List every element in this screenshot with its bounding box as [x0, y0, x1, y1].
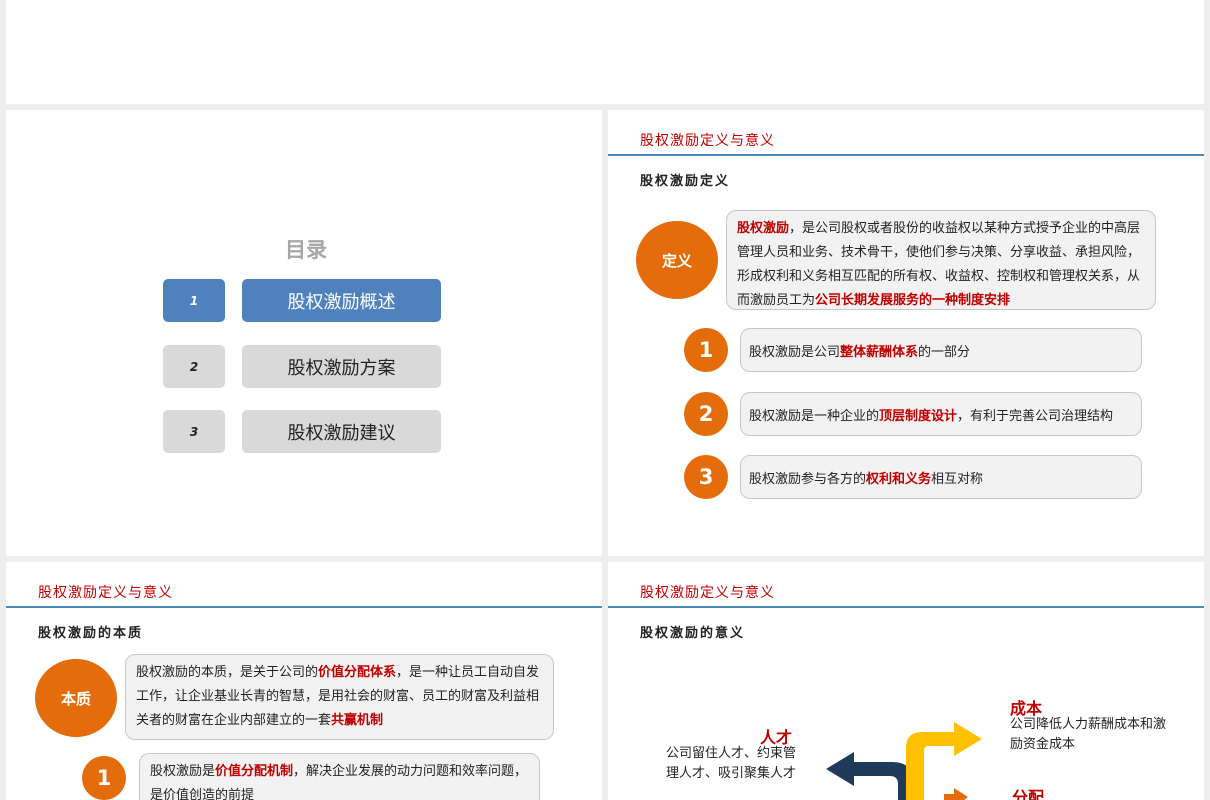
point-1-box: 股权激励是公司 整体薪酬体系 的一部分 — [740, 328, 1142, 372]
essence-text-box: 股权激励的本质，是关于公司的价值分配体系，是一种让员工自动自发工作，让企业基业长… — [125, 654, 554, 740]
definition-circle: 定义 — [636, 221, 718, 299]
essence-point-1-pre: 股权激励是 — [150, 764, 216, 779]
point-3-highlight: 权利和义务 — [866, 471, 932, 487]
essence-point-1-box: 股权激励是价值分配机制，解决企业发展的动力问题和效率问题，是价值创造的前提 — [139, 753, 540, 800]
toc-item-3-label[interactable]: 股权激励建议 — [242, 410, 441, 453]
toc-item-2-label[interactable]: 股权激励方案 — [242, 345, 441, 388]
slide-subtitle: 股权激励的本质 — [38, 626, 144, 641]
essence-point-1-highlight: 价值分配机制 — [215, 764, 294, 779]
point-3-circle: 3 — [684, 455, 728, 499]
point-2-box: 股权激励是一种企业的 顶层制度设计 ，有利于完善公司治理结构 — [740, 392, 1142, 436]
point-2-highlight: 顶层制度设计 — [879, 408, 958, 424]
essence-highlight-1: 价值分配体系 — [318, 665, 397, 680]
toc-item-2-number[interactable]: 2 — [163, 345, 225, 388]
point-2-circle: 2 — [684, 392, 728, 436]
toc-item-3-number[interactable]: 3 — [163, 410, 225, 453]
point-1-highlight: 整体薪酬体系 — [840, 344, 919, 360]
slide-subtitle: 股权激励定义 — [640, 174, 731, 189]
definition-text-box: 股权激励，是公司股权或者股份的收益权以某种方式授予企业的中高层管理人员和业务、技… — [726, 210, 1156, 310]
point-3-box: 股权激励参与各方的 权利和义务 相互对称 — [740, 455, 1142, 499]
essence-circle: 本质 — [35, 659, 117, 737]
yellow-arrow — [906, 722, 982, 800]
point-2-post: ，有利于完善公司治理结构 — [957, 408, 1114, 424]
significance-slide: 股权激励定义与意义 股权激励的意义 人才 公司留住人才、约束管理人才、吸引聚集人… — [608, 562, 1204, 800]
point-1-post: 的一部分 — [918, 344, 971, 360]
point-1-pre: 股权激励是公司 — [749, 344, 841, 360]
navy-arrow — [826, 752, 914, 800]
slide-header-title: 股权激励定义与意义 — [38, 585, 173, 601]
toc-title: 目录 — [285, 238, 327, 262]
top-slide — [6, 0, 1204, 104]
essence-body-1: 股权激励的本质，是关于公司的 — [136, 665, 319, 680]
definition-highlight-term: 股权激励 — [737, 221, 790, 236]
orange-arrow — [944, 788, 968, 800]
essence-highlight-2: 共赢机制 — [331, 713, 384, 728]
point-1-circle: 1 — [684, 328, 728, 372]
definition-highlight-end: 公司长期发展服务的一种制度安排 — [815, 293, 1011, 308]
toc-item-1-label[interactable]: 股权激励概述 — [242, 279, 441, 322]
point-3-post: 相互对称 — [931, 471, 984, 487]
point-3-pre: 股权激励参与各方的 — [749, 471, 867, 487]
header-divider — [608, 154, 1204, 156]
definition-slide: 股权激励定义与意义 股权激励定义 定义 股权激励，是公司股权或者股份的收益权以某… — [608, 110, 1204, 556]
header-divider — [6, 606, 602, 608]
arrows-diagram — [826, 722, 982, 800]
essence-point-1-circle: 1 — [82, 756, 126, 800]
slide-header-title: 股权激励定义与意义 — [640, 133, 775, 149]
point-2-pre: 股权激励是一种企业的 — [749, 408, 880, 424]
toc-item-1-number[interactable]: 1 — [163, 279, 225, 322]
toc-slide: 目录 1 股权激励概述 2 股权激励方案 3 股权激励建议 — [6, 110, 602, 556]
essence-slide: 股权激励定义与意义 股权激励的本质 本质 股权激励的本质，是关于公司的价值分配体… — [6, 562, 602, 800]
